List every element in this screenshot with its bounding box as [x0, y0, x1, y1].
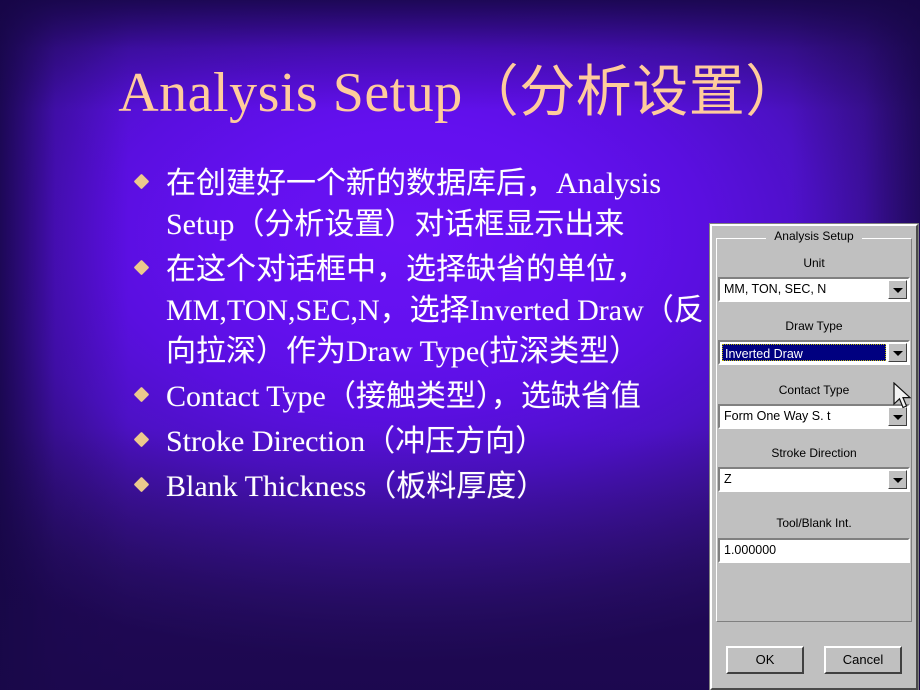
groupbox-title-text: Analysis Setup: [766, 229, 862, 243]
bullet-text: 在这个对话框中，选择缺省的单位，MM,TON,SEC,N，选择Inverted …: [166, 253, 704, 368]
diamond-bullet-icon: [133, 173, 150, 190]
bullet-list: 在创建好一个新的数据库后，Analysis Setup（分析设置）对话框显示出来…: [132, 163, 712, 511]
diamond-bullet-icon: [133, 431, 150, 448]
contact-type-combobox[interactable]: Form One Way S. t: [718, 404, 910, 429]
analysis-setup-dialog[interactable]: Analysis Setup Unit MM, TON, SEC, N Draw…: [710, 224, 918, 690]
draw-type-label: Draw Type: [785, 319, 843, 333]
stroke-direction-combobox[interactable]: Z: [718, 467, 910, 492]
contact-type-label: Contact Type: [778, 383, 850, 397]
unit-combobox[interactable]: MM, TON, SEC, N: [718, 277, 910, 302]
unit-value: MM, TON, SEC, N: [724, 282, 827, 296]
unit-dropdown-arrow-icon[interactable]: [888, 280, 907, 299]
presentation-slide: Analysis Setup（分析设置） 在创建好一个新的数据库后，Analys…: [0, 0, 920, 690]
contact-type-value: Form One Way S. t: [724, 409, 831, 423]
bullet-text: 在创建好一个新的数据库后，Analysis Setup（分析设置）对话框显示出来: [166, 167, 661, 241]
tool-blank-int-label: Tool/Blank Int.: [776, 516, 852, 530]
groupbox-title: Analysis Setup: [717, 229, 911, 243]
unit-label: Unit: [803, 256, 825, 270]
slide-title: Analysis Setup（分析设置）: [118, 62, 802, 124]
tool-blank-int-value: 1.000000: [724, 543, 777, 557]
diamond-bullet-icon: [133, 259, 150, 276]
tool-blank-int-input[interactable]: 1.000000: [718, 538, 910, 563]
bullet-item-5: Blank Thickness（板料厚度）: [132, 466, 712, 507]
stroke-direction-value: Z: [724, 472, 732, 486]
diamond-bullet-icon: [133, 476, 150, 493]
draw-type-dropdown-arrow-icon[interactable]: [888, 343, 907, 362]
cancel-button[interactable]: Cancel: [824, 646, 902, 674]
draw-type-value: Inverted Draw: [722, 344, 886, 361]
bullet-text: Stroke Direction（冲压方向）: [166, 425, 546, 458]
bullet-text: Contact Type（接触类型），选缺省值: [166, 380, 641, 413]
stroke-direction-label: Stroke Direction: [771, 446, 857, 460]
draw-type-combobox[interactable]: Inverted Draw: [718, 340, 910, 365]
bullet-item-1: 在创建好一个新的数据库后，Analysis Setup（分析设置）对话框显示出来: [132, 163, 712, 245]
stroke-direction-dropdown-arrow-icon[interactable]: [888, 470, 907, 489]
diamond-bullet-icon: [133, 386, 150, 403]
bullet-item-4: Stroke Direction（冲压方向）: [132, 421, 712, 462]
bullet-text: Blank Thickness（板料厚度）: [166, 470, 547, 503]
bullet-item-2: 在这个对话框中，选择缺省的单位，MM,TON,SEC,N，选择Inverted …: [132, 249, 712, 372]
contact-type-dropdown-arrow-icon[interactable]: [888, 407, 907, 426]
bullet-item-3: Contact Type（接触类型），选缺省值: [132, 376, 712, 417]
ok-button[interactable]: OK: [726, 646, 804, 674]
